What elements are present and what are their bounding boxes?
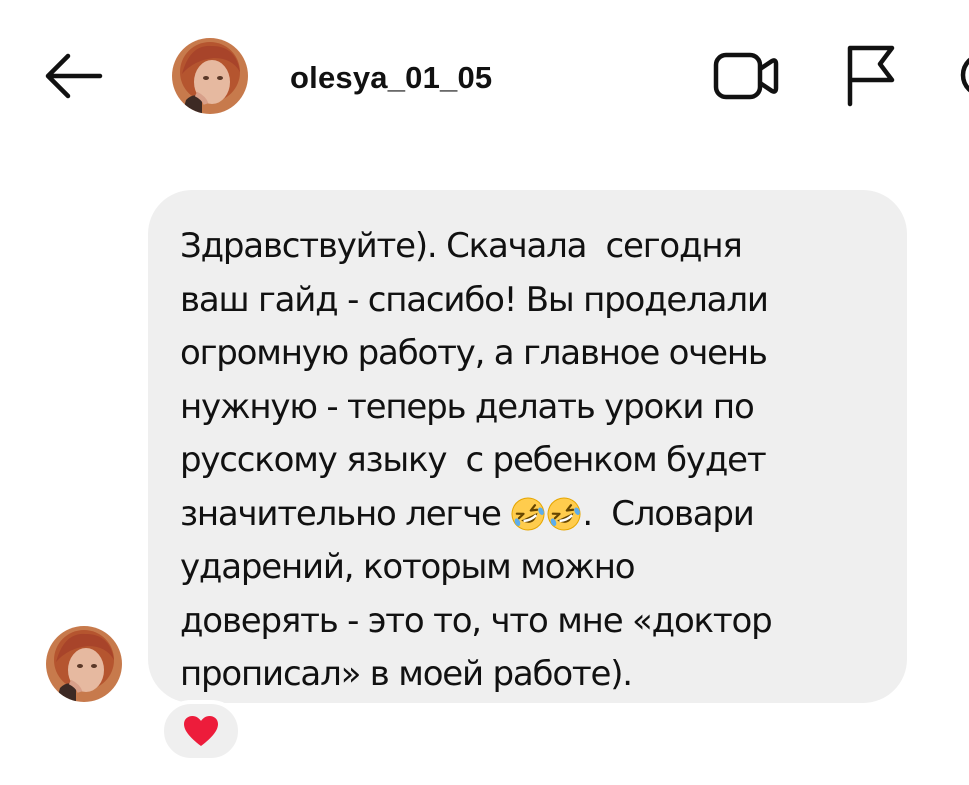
message-bubble[interactable]: Здравствуйте). Скачала сегодня ваш гайд …	[148, 190, 907, 703]
rolling-on-floor-laughing-emoji	[547, 497, 581, 530]
arrow-left-icon	[45, 53, 103, 99]
message-line: . Словари	[582, 493, 754, 534]
video-call-button[interactable]	[712, 46, 782, 106]
report-button[interactable]	[840, 42, 904, 108]
sender-avatar[interactable]	[46, 626, 122, 702]
flag-icon	[847, 45, 895, 107]
message-line: прописал» в моей работе).	[180, 654, 633, 694]
message-text: Здравствуйте). Скачала сегодня ваш гайд …	[180, 220, 887, 702]
message-line: значительно легче	[180, 493, 511, 534]
message-line: огромную работу, а главное очень	[180, 333, 768, 373]
info-button[interactable]	[958, 50, 969, 100]
avatar-image	[46, 626, 122, 702]
message-line: русскому языку с ребенком будет	[180, 440, 767, 480]
chat-username[interactable]: olesya_01_05	[290, 60, 492, 96]
message-line: нужную - теперь делать уроки по	[180, 386, 755, 427]
rolling-on-floor-laughing-emoji	[511, 497, 545, 530]
chat-screen: olesya_01_05 Здравствуйте). Скачала сего…	[0, 0, 969, 785]
info-icon	[960, 57, 969, 93]
reaction-badge[interactable]	[160, 700, 242, 762]
message-line: ваш гайд - спасибо! Вы проделали	[180, 279, 769, 320]
profile-avatar[interactable]	[172, 38, 248, 114]
avatar-image	[172, 38, 248, 114]
red-heart-icon	[184, 716, 218, 746]
back-button[interactable]	[40, 48, 104, 104]
video-camera-icon	[713, 52, 779, 100]
message-line: ударений, которым можно	[180, 547, 636, 587]
message-line: доверять - это то, что мне «доктор	[180, 600, 773, 641]
message-line: Здравствуйте). Скачала сегодня	[180, 226, 743, 266]
